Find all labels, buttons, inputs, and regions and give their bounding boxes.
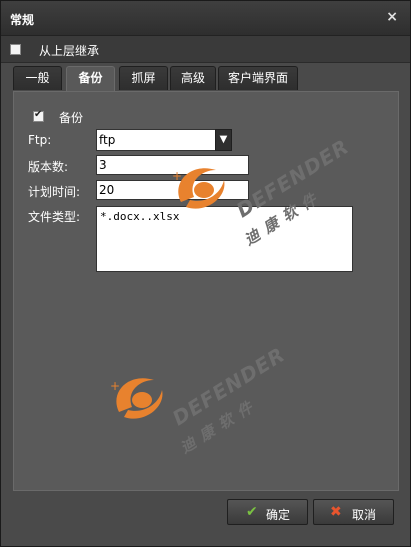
watermark-logo-2: + (104, 362, 174, 435)
settings-dialog: 常规 × 从上层继承 一般 备份 抓屏 高级 客户端界面 备份 Ftp: ftp… (0, 0, 411, 547)
dialog-title: 常规 (10, 13, 35, 27)
ok-button-label: 确定 (266, 508, 291, 522)
inherit-row: 从上层继承 (1, 36, 410, 63)
check-icon: ✔ (246, 504, 258, 520)
schedule-label: 计划时间: (28, 185, 81, 199)
cancel-button[interactable]: ✖ 取消 (313, 499, 394, 525)
filetype-label: 文件类型: (28, 210, 81, 224)
tab-backup[interactable]: 备份 (66, 66, 115, 91)
dialog-footer: ✔ 确定 ✖ 取消 (1, 492, 410, 546)
ftp-label: Ftp: (28, 133, 52, 147)
cancel-button-label: 取消 (352, 508, 377, 522)
tab-client-ui[interactable]: 客户端界面 (218, 66, 298, 90)
versions-input[interactable]: 3 (96, 155, 249, 175)
ok-button[interactable]: ✔ 确定 (227, 499, 308, 525)
inherit-checkbox[interactable] (10, 44, 21, 55)
filetype-textarea[interactable]: *.docx..xlsx (96, 206, 353, 272)
chevron-down-icon[interactable]: ▼ (215, 129, 232, 151)
tab-general[interactable]: 一般 (13, 66, 62, 90)
tab-advanced[interactable]: 高级 (170, 66, 216, 90)
backup-label: 备份 (59, 111, 84, 125)
close-icon[interactable]: × (386, 9, 398, 25)
cancel-icon: ✖ (330, 504, 342, 520)
backup-panel: 备份 Ftp: ftp ▼ 版本数: 3 计划时间: 20 文件类型: *.do… (13, 91, 399, 491)
dialog-titlebar[interactable]: 常规 × (1, 1, 410, 36)
schedule-input[interactable]: 20 (96, 180, 249, 200)
backup-checkbox[interactable] (33, 109, 44, 122)
inherit-label: 从上层继承 (39, 44, 100, 58)
svg-text:+: + (110, 379, 120, 393)
versions-label: 版本数: (28, 160, 69, 174)
tab-strip: 一般 备份 抓屏 高级 客户端界面 (13, 66, 398, 91)
tab-screenshot[interactable]: 抓屏 (119, 66, 168, 90)
ftp-select[interactable]: ftp (96, 129, 231, 151)
defender-logo-icon: + (110, 378, 163, 419)
